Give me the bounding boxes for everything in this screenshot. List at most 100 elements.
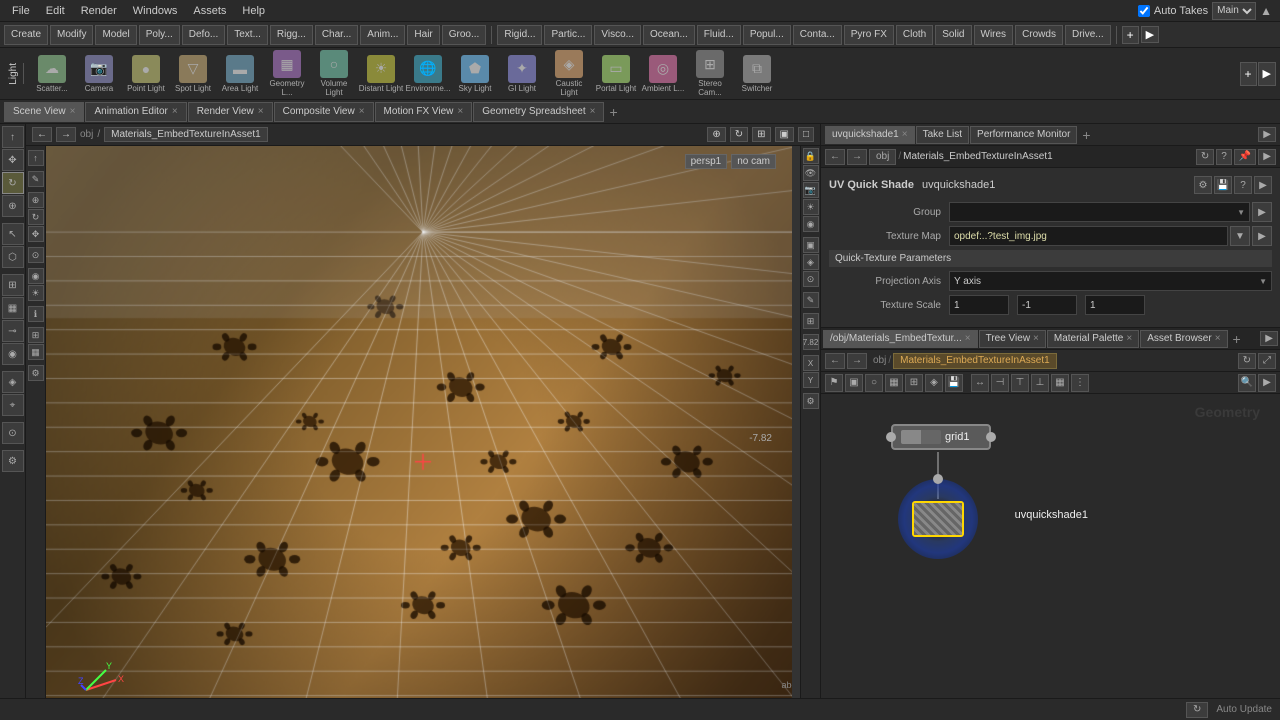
vrs-num1[interactable]: 7.82 (803, 334, 819, 350)
lr-tool-move2[interactable]: ↔ (971, 374, 989, 392)
right-fwd-btn[interactable]: → (847, 149, 867, 165)
shelf-item-ambient[interactable]: ◎ Ambient L... (640, 50, 686, 98)
vlt-paint[interactable]: ✎ (28, 171, 44, 187)
tool-snap[interactable]: ⊞ (2, 274, 24, 296)
panel-close-btn[interactable]: ▶ (1254, 176, 1272, 194)
viewport-canvas[interactable]: persp1 no cam X Y Z -7.82 (46, 146, 800, 720)
shelf-item-stereocam[interactable]: ⊞ Stereo Cam... (687, 50, 733, 98)
texture-scale-z[interactable]: 1 (1085, 295, 1145, 315)
rtab-uvquickshade-close[interactable]: × (902, 129, 908, 140)
panel-settings-btn[interactable]: ⚙ (1194, 176, 1212, 194)
vlt-info[interactable]: ℹ (28, 306, 44, 322)
tb-pyro[interactable]: Pyro FX (844, 25, 894, 45)
menu-file[interactable]: File (4, 3, 38, 19)
tab-scene-view-close[interactable]: × (70, 106, 76, 117)
lrtab-materials[interactable]: /obj/Materials_EmbedTextur... × (823, 330, 978, 348)
shelf-item-portal[interactable]: ▭ Portal Light (593, 50, 639, 98)
shelf-item-camera[interactable]: 📷 Camera (76, 50, 122, 98)
tab-render-view[interactable]: Render View × (188, 102, 273, 122)
shelf-item-pointlight[interactable]: ● Point Light (123, 50, 169, 98)
menu-edit[interactable]: Edit (38, 3, 73, 19)
lr-tool-sep[interactable]: ⊣ (991, 374, 1009, 392)
tab-composite-close[interactable]: × (359, 106, 365, 117)
tab-anim-close[interactable]: × (172, 106, 178, 117)
lr-tool-search[interactable]: 🔍 (1238, 374, 1256, 392)
tb-anim[interactable]: Anim... (360, 25, 405, 45)
bottom-reload-btn[interactable]: ↻ (1186, 702, 1208, 718)
lrtab-treeview-close[interactable]: × (1033, 333, 1039, 344)
tb-partic[interactable]: Partic... (544, 25, 592, 45)
tab-motion-fx[interactable]: Motion FX View × (375, 102, 473, 122)
tool-select[interactable]: ↑ (2, 126, 24, 148)
lrtab-matpalette[interactable]: Material Palette × (1047, 330, 1139, 348)
group-dropdown[interactable]: ▼ (949, 202, 1250, 222)
tool-rotate[interactable]: ↻ (2, 172, 24, 194)
vrs-eye[interactable]: 👁 (803, 165, 819, 181)
tb-modify[interactable]: Modify (50, 25, 93, 45)
lrtab-materials-close[interactable]: × (965, 333, 971, 344)
tb-hair[interactable]: Hair (407, 25, 439, 45)
viewport-back-btn[interactable]: ← (32, 127, 52, 142)
lrtab-assetbrowser-close[interactable]: × (1215, 333, 1221, 344)
tab-composite-view[interactable]: Composite View × (274, 102, 374, 122)
tab-add[interactable]: + (605, 104, 621, 120)
rtab-perfmon[interactable]: Performance Monitor (970, 126, 1077, 144)
vlt-light[interactable]: ☀ (28, 285, 44, 301)
texture-map-arrow-btn[interactable]: ▶ (1252, 226, 1272, 246)
vrs-render[interactable]: ◉ (803, 216, 819, 232)
texture-map-dropdown-btn[interactable]: ▼ (1230, 226, 1250, 246)
shelf-more[interactable]: ▶ (1258, 62, 1276, 86)
lr-tool-more2[interactable]: ▶ (1258, 374, 1276, 392)
vrs-paint[interactable]: ✎ (803, 292, 819, 308)
shelf-item-volumelight[interactable]: ○ Volume Light (311, 50, 357, 98)
right-chevron-btn[interactable]: ▶ (1258, 149, 1276, 165)
texture-scale-y[interactable]: -1 (1017, 295, 1077, 315)
quick-texture-section[interactable]: Quick-Texture Parameters (829, 250, 1272, 267)
tb-rigid[interactable]: Rigid... (497, 25, 542, 45)
vlt-pan[interactable]: ✥ (28, 226, 44, 242)
shelf-item-spotlight[interactable]: ▽ Spot Light (170, 50, 216, 98)
node-canvas[interactable]: Geometry grid1 (821, 394, 1280, 720)
tb-add[interactable]: + (1122, 26, 1139, 44)
lrtab-add[interactable]: + (1229, 331, 1245, 347)
shelf-add[interactable]: + (1240, 62, 1257, 86)
lr-tool-flag[interactable]: ⚑ (825, 374, 843, 392)
lrtab-matpalette-close[interactable]: × (1126, 333, 1132, 344)
shelf-item-geomlight[interactable]: ▦ Geometry L... (264, 50, 310, 98)
tool-arrow[interactable]: ↖ (2, 223, 24, 245)
tool-scale[interactable]: ⊕ (2, 195, 24, 217)
group-add-btn[interactable]: ▶ (1252, 202, 1272, 222)
tool-camera[interactable]: ⌖ (2, 394, 24, 416)
viewport-scrollbar-right[interactable] (792, 146, 800, 720)
main-dropdown[interactable]: Main (1212, 2, 1256, 20)
lr-expand-btn[interactable]: ⤢ (1258, 353, 1276, 369)
lr-reload-btn[interactable]: ↻ (1238, 353, 1256, 369)
rtab-uvquickshade[interactable]: uvquickshade1 × (825, 126, 915, 144)
viewport-maximize-btn[interactable]: □ (798, 127, 814, 142)
tb-visco[interactable]: Visco... (594, 25, 641, 45)
lrtab-assetbrowser[interactable]: Asset Browser × (1140, 330, 1227, 348)
tab-motfx-close[interactable]: × (457, 106, 463, 117)
tb-crowds[interactable]: Crowds (1015, 25, 1063, 45)
viewport-sync-btn[interactable]: ↻ (730, 127, 748, 142)
right-reload-btn[interactable]: ↻ (1196, 149, 1214, 165)
tab-scene-view[interactable]: Scene View × (4, 102, 84, 122)
lr-back-btn[interactable]: ← (825, 353, 845, 369)
lr-tool-box[interactable]: ▣ (845, 374, 863, 392)
camera-dropdown[interactable]: no cam (731, 154, 776, 169)
vrs-settings2[interactable]: ⚙ (803, 393, 819, 409)
menu-render[interactable]: Render (73, 3, 125, 19)
lr-tool-dist[interactable]: ⊥ (1031, 374, 1049, 392)
tab-render-close[interactable]: × (258, 106, 264, 117)
lr-tool-link[interactable]: ⊞ (905, 374, 923, 392)
vrs-y[interactable]: Y (803, 372, 819, 388)
tb-conta[interactable]: Conta... (793, 25, 842, 45)
tool-measure[interactable]: ⊸ (2, 320, 24, 342)
lr-tool-grid3[interactable]: ▦ (1051, 374, 1069, 392)
vlt-snap[interactable]: ⊙ (28, 247, 44, 263)
vrs-env[interactable]: ⊙ (803, 271, 819, 287)
vlt-select[interactable]: ↑ (28, 150, 44, 166)
texture-scale-x[interactable]: 1 (949, 295, 1009, 315)
vlt-rotate[interactable]: ↻ (28, 209, 44, 225)
vlt-tool8[interactable]: ▦ (28, 344, 44, 360)
